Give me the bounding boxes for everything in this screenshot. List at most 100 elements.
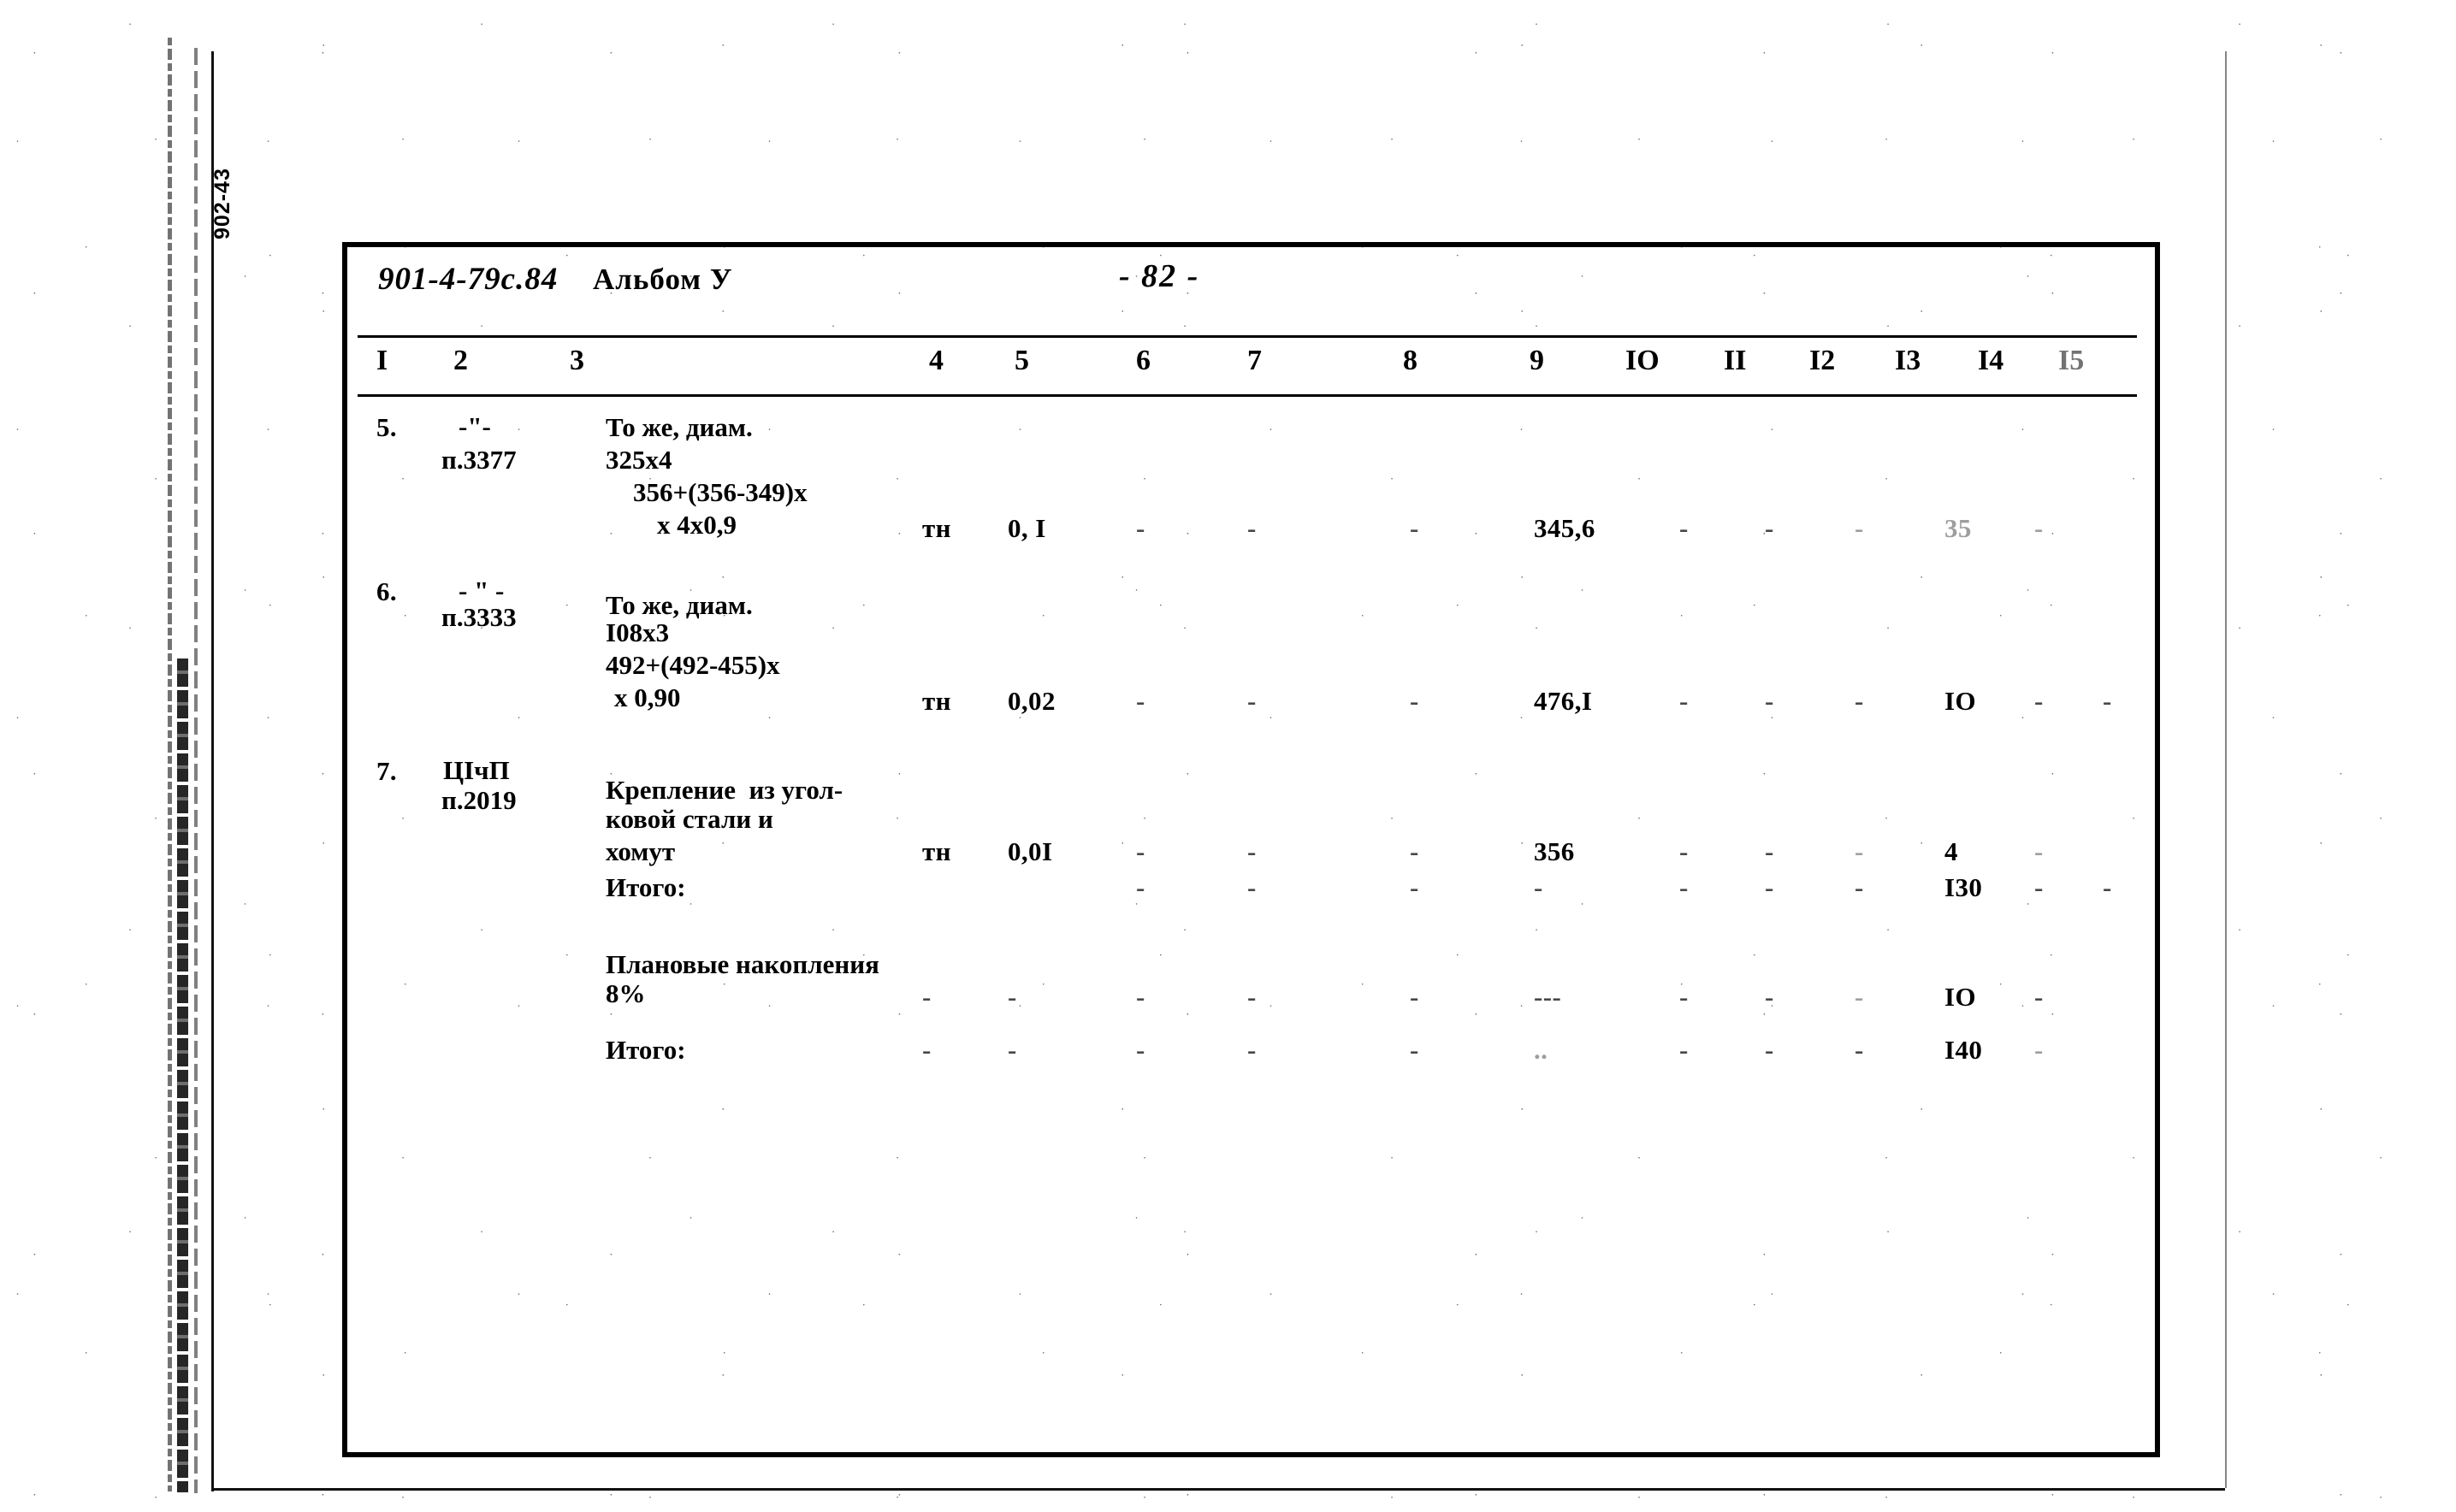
- row-col10: -: [1679, 686, 1689, 716]
- row-ditto-mark: -"-: [459, 411, 491, 441]
- column-header-3: 3: [570, 345, 584, 376]
- row-description-line-1: То же, диам.: [606, 412, 753, 442]
- row-description-line-3: хомут: [606, 836, 676, 866]
- summary-col7: -: [1247, 872, 1257, 902]
- row-col14: -: [2034, 513, 2044, 543]
- row-col9: 345,6: [1534, 513, 1595, 543]
- row-col9: 356: [1534, 836, 1575, 866]
- summary-quantity: -: [1008, 1035, 1017, 1065]
- scan-edge-artifact-binding: [177, 659, 188, 1492]
- row-col10: -: [1679, 513, 1689, 543]
- row-number: 7.: [376, 756, 398, 786]
- row-unit: тн: [922, 513, 951, 543]
- summary-label: Итого:: [606, 872, 686, 902]
- album-label: Альбом У: [593, 263, 733, 296]
- summary-col10: -: [1679, 982, 1689, 1012]
- row-col8: -: [1410, 836, 1419, 866]
- summary-col11: -: [1765, 872, 1774, 902]
- summary-col11: -: [1765, 982, 1774, 1012]
- row-col12: -: [1855, 513, 1864, 543]
- column-header-13: I3: [1895, 345, 1921, 376]
- summary-label: Итого:: [606, 1035, 686, 1065]
- summary-col13: IO: [1944, 982, 1976, 1012]
- summary-quantity: -: [1008, 982, 1017, 1012]
- row-col7: -: [1247, 686, 1257, 716]
- summary-col10: -: [1679, 872, 1689, 902]
- summary-col14: -: [2034, 982, 2044, 1012]
- summary-col14: -: [2034, 872, 2044, 902]
- row-norm-code: п.3377: [441, 445, 517, 475]
- column-header-14: I4: [1978, 345, 2004, 376]
- row-quantity: 0,02: [1008, 686, 1056, 716]
- row-col15: -: [2103, 686, 2112, 716]
- row-col14: -: [2034, 836, 2044, 866]
- column-header-9: 9: [1530, 345, 1544, 376]
- row-col10: -: [1679, 836, 1689, 866]
- row-col12: -: [1855, 836, 1864, 866]
- row-quantity: 0,0I: [1008, 836, 1053, 866]
- scanned-page: 902-43 901-4-79с.84 Альбом У - 82 - I 2 …: [0, 0, 2456, 1512]
- document-header: 901-4-79с.84 Альбом У - 82 -: [358, 257, 2137, 326]
- summary-unit: -: [922, 1035, 932, 1065]
- row-col6: -: [1136, 513, 1145, 543]
- summary-col9: ..: [1534, 1035, 1548, 1065]
- summary-col6: -: [1136, 982, 1145, 1012]
- column-header-12: I2: [1809, 345, 1836, 376]
- sheet-outer-border-right: [2225, 51, 2227, 1488]
- row-description-line-2: I08х3: [606, 617, 670, 647]
- margin-archive-code: 902-43: [210, 168, 234, 239]
- summary-col8: -: [1410, 982, 1419, 1012]
- summary-col15: -: [2103, 872, 2112, 902]
- row-description-line-2: ковой стали и: [606, 804, 773, 834]
- row-col11: -: [1765, 836, 1774, 866]
- column-header-10: IO: [1625, 345, 1660, 376]
- row-col13: IO: [1944, 686, 1976, 716]
- summary-col7: -: [1247, 1035, 1257, 1065]
- scan-edge-artifact-inner: [194, 48, 198, 1493]
- row-unit: тн: [922, 836, 951, 866]
- summary-label: Плановые накопления: [606, 949, 879, 979]
- row-col7: -: [1247, 513, 1257, 543]
- row-description-line-4: х 4х0,9: [657, 510, 737, 540]
- summary-col6: -: [1136, 872, 1145, 902]
- row-description-line-3: 492+(492-455)х: [606, 650, 780, 680]
- row-number: 5.: [376, 412, 398, 442]
- column-header-11: II: [1724, 345, 1747, 376]
- summary-col7: -: [1247, 982, 1257, 1012]
- row-quantity: 0, I: [1008, 513, 1046, 543]
- column-header-6: 6: [1136, 345, 1151, 376]
- sheet-outer-border-bottom: [213, 1488, 2225, 1491]
- column-header-8: 8: [1403, 345, 1417, 376]
- page-number: - 82 -: [1119, 258, 1200, 294]
- summary-col10: -: [1679, 1035, 1689, 1065]
- document-content: 901-4-79с.84 Альбом У - 82 - I 2 3 4 5 6…: [358, 249, 2150, 1450]
- row-description-line-4: х 0,90: [614, 682, 681, 712]
- summary-col12: -: [1855, 872, 1864, 902]
- table-body: 5. -"- п.3377 То же, диам. 325х4 356+(35…: [358, 411, 2137, 1395]
- row-norm-code: п.2019: [441, 785, 517, 815]
- row-col12: -: [1855, 686, 1864, 716]
- summary-col12: -: [1855, 1035, 1864, 1065]
- row-col8: -: [1410, 513, 1419, 543]
- row-ditto-mark: ЦIчП: [443, 755, 510, 785]
- row-col13: 35: [1944, 513, 1972, 543]
- summary-col8: -: [1410, 872, 1419, 902]
- table-rule-top: [358, 335, 2137, 338]
- row-col14: -: [2034, 686, 2044, 716]
- row-col6: -: [1136, 686, 1145, 716]
- summary-col6: -: [1136, 1035, 1145, 1065]
- document-code: 901-4-79с.84: [378, 262, 559, 297]
- column-header-1: I: [376, 345, 388, 376]
- summary-col9: ---: [1534, 982, 1562, 1012]
- row-unit: тн: [922, 686, 951, 716]
- row-col11: -: [1765, 686, 1774, 716]
- scan-edge-artifact-left: [168, 38, 172, 1491]
- row-col11: -: [1765, 513, 1774, 543]
- summary-col13: I40: [1944, 1035, 1983, 1065]
- row-col9: 476,I: [1534, 686, 1593, 716]
- table-column-header-row: I 2 3 4 5 6 7 8 9 IO II I2 I3 I4 I5: [358, 345, 2137, 389]
- row-description-line-3: 356+(356-349)х: [633, 477, 808, 507]
- row-col7: -: [1247, 836, 1257, 866]
- table-rule-bottom: [358, 394, 2137, 397]
- summary-col8: -: [1410, 1035, 1419, 1065]
